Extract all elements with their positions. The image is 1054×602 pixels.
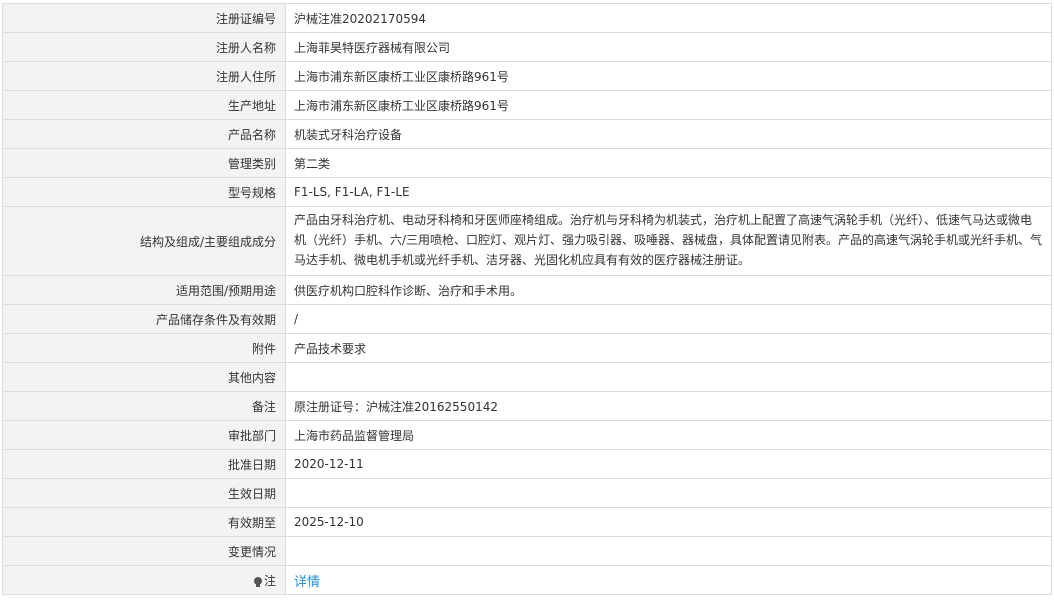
table-row: 备注 原注册证号：沪械注准20162550142 xyxy=(2,391,1052,421)
row-label: 变更情况 xyxy=(2,536,286,566)
row-label: 备注 xyxy=(2,391,286,421)
row-value: 上海市浦东新区康桥工业区康桥路961号 xyxy=(285,90,1052,120)
row-label: 注册证编号 xyxy=(2,3,286,33)
table-row: 注册证编号 沪械注准20202170594 xyxy=(2,3,1052,33)
row-value: / xyxy=(285,304,1052,334)
row-value: 原注册证号：沪械注准20162550142 xyxy=(285,391,1052,421)
row-label: 结构及组成/主要组成成分 xyxy=(2,206,286,276)
row-label: 注册人住所 xyxy=(2,61,286,91)
row-label: 产品储存条件及有效期 xyxy=(2,304,286,334)
row-value: 上海市浦东新区康桥工业区康桥路961号 xyxy=(285,61,1052,91)
table-row: 产品储存条件及有效期 / xyxy=(2,304,1052,334)
table-row: 生产地址 上海市浦东新区康桥工业区康桥路961号 xyxy=(2,90,1052,120)
table-row: 变更情况 xyxy=(2,536,1052,566)
row-value: 2025-12-10 xyxy=(285,507,1052,537)
registration-detail: 注册证编号 沪械注准20202170594 注册人名称 上海菲昊特医疗器械有限公… xyxy=(2,3,1052,595)
row-value: F1-LS, F1-LA, F1-LE xyxy=(285,177,1052,207)
table-row: 审批部门 上海市药品监督管理局 xyxy=(2,420,1052,450)
row-value: 第二类 xyxy=(285,148,1052,178)
note-row: 注 详情 xyxy=(2,565,1052,595)
row-value: 机装式牙科治疗设备 xyxy=(285,119,1052,149)
row-value xyxy=(285,536,1052,566)
row-label: 产品名称 xyxy=(2,119,286,149)
table-row: 生效日期 xyxy=(2,478,1052,508)
table-row: 有效期至 2025-12-10 xyxy=(2,507,1052,537)
details-link[interactable]: 详情 xyxy=(294,575,320,590)
registration-table: 注册证编号 沪械注准20202170594 注册人名称 上海菲昊特医疗器械有限公… xyxy=(2,3,1052,595)
row-value xyxy=(285,362,1052,392)
row-value: 上海菲昊特医疗器械有限公司 xyxy=(285,32,1052,62)
row-label: 管理类别 xyxy=(2,148,286,178)
table-row: 管理类别 第二类 xyxy=(2,148,1052,178)
table-row: 注册人名称 上海菲昊特医疗器械有限公司 xyxy=(2,32,1052,62)
row-label: 其他内容 xyxy=(2,362,286,392)
note-label-cell: 注 xyxy=(2,565,286,595)
table-row: 适用范围/预期用途 供医疗机构口腔科作诊断、治疗和手术用。 xyxy=(2,275,1052,305)
lightbulb-icon xyxy=(253,576,262,587)
row-value: 供医疗机构口腔科作诊断、治疗和手术用。 xyxy=(285,275,1052,305)
note-label: 注 xyxy=(263,573,276,588)
table-row: 注册人住所 上海市浦东新区康桥工业区康桥路961号 xyxy=(2,61,1052,91)
row-label: 生效日期 xyxy=(2,478,286,508)
row-value: 2020-12-11 xyxy=(285,449,1052,479)
row-label: 注册人名称 xyxy=(2,32,286,62)
row-value: 沪械注准20202170594 xyxy=(285,3,1052,33)
row-label: 生产地址 xyxy=(2,90,286,120)
table-row: 型号规格 F1-LS, F1-LA, F1-LE xyxy=(2,177,1052,207)
table-row: 结构及组成/主要组成成分 产品由牙科治疗机、电动牙科椅和牙医师座椅组成。治疗机与… xyxy=(2,206,1052,276)
row-value: 上海市药品监督管理局 xyxy=(285,420,1052,450)
row-value: 产品技术要求 xyxy=(285,333,1052,363)
row-value: 产品由牙科治疗机、电动牙科椅和牙医师座椅组成。治疗机与牙科椅为机装式，治疗机上配… xyxy=(285,206,1052,276)
table-row: 批准日期 2020-12-11 xyxy=(2,449,1052,479)
row-label: 型号规格 xyxy=(2,177,286,207)
row-label: 适用范围/预期用途 xyxy=(2,275,286,305)
row-value xyxy=(285,478,1052,508)
note-value-cell: 详情 xyxy=(285,565,1052,595)
row-label: 附件 xyxy=(2,333,286,363)
table-row: 附件 产品技术要求 xyxy=(2,333,1052,363)
row-label: 有效期至 xyxy=(2,507,286,537)
row-label: 审批部门 xyxy=(2,420,286,450)
table-row: 其他内容 xyxy=(2,362,1052,392)
row-label: 批准日期 xyxy=(2,449,286,479)
table-row: 产品名称 机装式牙科治疗设备 xyxy=(2,119,1052,149)
